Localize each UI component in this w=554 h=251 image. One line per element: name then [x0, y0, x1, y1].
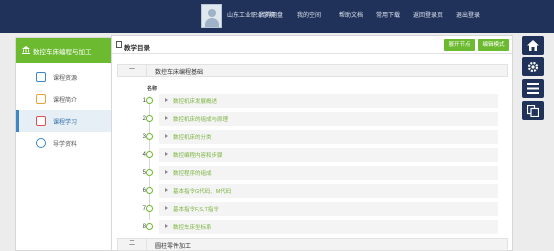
sidebar-item-label: 导学资料 [53, 142, 78, 148]
nav-downloads[interactable]: 常用下载 [376, 10, 400, 19]
caret-right-icon[interactable] [165, 116, 168, 120]
sidebar-item-resources[interactable]: 课程资源 [16, 66, 113, 88]
status-circle-icon [146, 205, 153, 212]
lesson-row[interactable]: 2 数控机床的组成与原理 [117, 112, 508, 128]
nav-logout[interactable]: 退出登录 [456, 10, 480, 19]
column-header-name: 名称 [147, 86, 158, 92]
top-bar: 山东工业职业学院 我的网盘 我的空间 帮助文档 常用下载 返回登录页 退出登录 [0, 0, 554, 33]
nav-my-disk[interactable]: 我的网盘 [259, 10, 283, 19]
lesson-title[interactable]: 数控机床发展概述 [173, 97, 217, 105]
guide-icon [36, 138, 46, 148]
caret-right-icon[interactable] [165, 188, 168, 192]
course-title-label: 数控车床编程与加工 [33, 49, 92, 56]
intro-icon [36, 94, 46, 104]
caret-right-icon[interactable] [165, 98, 168, 102]
sidebar-item-study[interactable]: 课程学习 [16, 110, 113, 132]
sidebar: 数控车床编程与加工 课程资源 课程简介 课程学习 导学资料 [15, 37, 113, 251]
status-circle-icon [146, 187, 153, 194]
catalog-panel: 教学目录 展开节点 编辑模式 一 数控车床编程基础 名称 1 数控机床发展概述 … [111, 35, 513, 251]
settings-icon [527, 61, 539, 73]
lesson-number: 7 [142, 206, 146, 212]
lesson-title[interactable]: 数控程序的组成 [173, 169, 212, 177]
sidebar-item-label: 课程学习 [53, 120, 78, 126]
avatar[interactable] [201, 4, 222, 28]
lesson-title[interactable]: 数控机床的组成与原理 [173, 115, 228, 123]
home-icon [527, 40, 539, 51]
nav-back-login[interactable]: 返回登录页 [413, 10, 443, 19]
caret-right-icon[interactable] [165, 152, 168, 156]
expand-nodes-button[interactable]: 展开节点 [444, 39, 475, 51]
lesson-title[interactable]: 基本指令F,S,T指令 [173, 205, 219, 213]
lesson-number: 4 [142, 152, 146, 158]
status-circle-icon [146, 151, 153, 158]
status-circle-icon [146, 169, 153, 176]
list-icon [527, 83, 539, 94]
book-icon [116, 41, 122, 48]
lesson-title[interactable]: 数控编程内容和步骤 [173, 151, 223, 159]
lesson-number: 8 [142, 224, 146, 230]
lesson-row[interactable]: 1 数控机床发展概述 [117, 94, 508, 110]
chapter-number: 一 [118, 65, 147, 76]
lesson-row[interactable]: 3 数控机床的分类 [117, 130, 508, 146]
home-button[interactable] [522, 36, 544, 55]
status-circle-icon [146, 133, 153, 140]
settings-button[interactable] [522, 57, 544, 76]
resource-icon [36, 72, 46, 82]
chapter-number: 二 [118, 239, 147, 250]
sidebar-item-label: 课程简介 [53, 98, 78, 104]
lesson-title[interactable]: 基本指令G代码、M代码 [173, 187, 231, 195]
caret-right-icon[interactable] [165, 134, 168, 138]
copy-icon [527, 105, 539, 117]
chapter-row[interactable]: 一 数控车床编程基础 [117, 64, 508, 77]
lesson-number: 5 [142, 170, 146, 176]
bank-icon [22, 46, 30, 54]
sidebar-item-intro[interactable]: 课程简介 [16, 88, 113, 110]
lesson-row[interactable]: 8 数控车床坐标系 [117, 220, 508, 236]
lesson-row[interactable]: 6 基本指令G代码、M代码 [117, 184, 508, 200]
lesson-number: 6 [142, 188, 146, 194]
chapter-row[interactable]: 二 圆柱零件加工 [117, 238, 508, 251]
course-title[interactable]: 数控车床编程与加工 [16, 38, 113, 63]
lesson-row[interactable]: 4 数控编程内容和步骤 [117, 148, 508, 164]
page-title: 教学目录 [124, 45, 150, 52]
caret-right-icon[interactable] [165, 224, 168, 228]
caret-right-icon[interactable] [165, 170, 168, 174]
sidebar-item-guide[interactable]: 导学资料 [16, 132, 113, 154]
lesson-title[interactable]: 数控机床的分类 [173, 133, 212, 141]
active-indicator [16, 110, 19, 132]
nav-my-space[interactable]: 我的空间 [297, 10, 321, 19]
lesson-number: 1 [142, 98, 146, 104]
nav-help-docs[interactable]: 帮助文档 [339, 10, 363, 19]
status-circle-icon [146, 223, 153, 230]
catalog-header: 教学目录 展开节点 编辑模式 [112, 36, 512, 54]
lesson-row[interactable]: 7 基本指令F,S,T指令 [117, 202, 508, 218]
status-circle-icon [146, 97, 153, 104]
lesson-number: 2 [142, 116, 146, 122]
chapter-name: 数控车床编程基础 [155, 70, 204, 76]
sidebar-item-label: 课程资源 [53, 76, 78, 82]
caret-right-icon[interactable] [165, 206, 168, 210]
lesson-number: 3 [142, 134, 146, 140]
study-icon [36, 116, 46, 126]
copy-button[interactable] [522, 101, 544, 120]
lesson-title[interactable]: 数控车床坐标系 [173, 223, 212, 231]
edit-mode-button[interactable]: 编辑模式 [478, 39, 509, 51]
status-circle-icon [146, 115, 153, 122]
chapter-name: 圆柱零件加工 [155, 244, 192, 250]
list-button[interactable] [522, 79, 544, 98]
lesson-row[interactable]: 5 数控程序的组成 [117, 166, 508, 182]
